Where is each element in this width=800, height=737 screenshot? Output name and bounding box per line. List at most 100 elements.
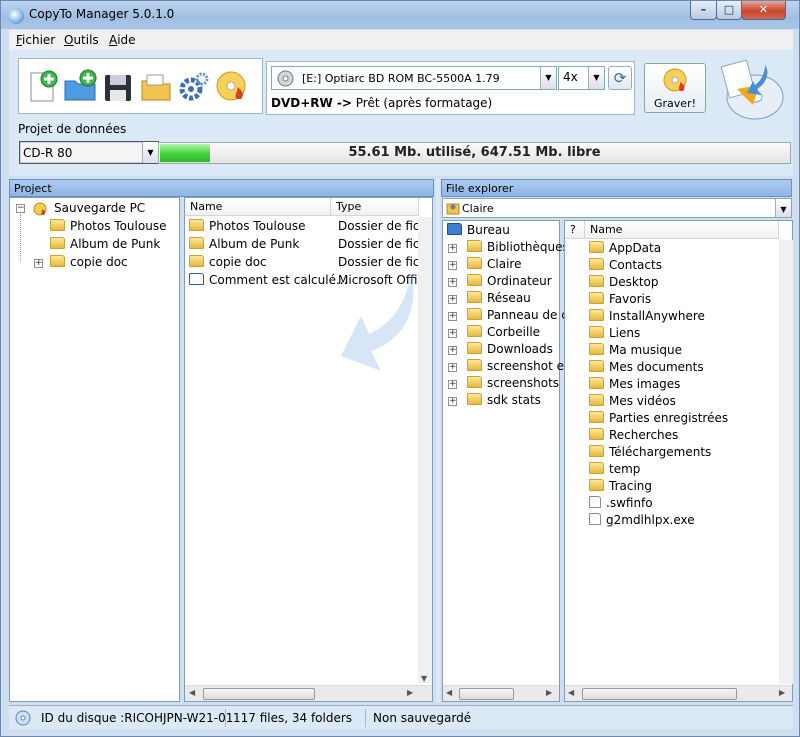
list-item[interactable]: Ma musique xyxy=(589,343,682,357)
explorer-tree-item[interactable]: Downloads xyxy=(467,342,553,356)
list-item[interactable]: Recherches xyxy=(589,428,678,442)
list-item[interactable]: Photos Toulouse xyxy=(189,219,305,233)
burn-disc-icon[interactable] xyxy=(215,69,249,103)
explorer-path: Claire xyxy=(462,202,494,215)
list-item[interactable]: Téléchargements xyxy=(589,445,711,459)
expand-icon[interactable]: + xyxy=(448,346,457,355)
list-item[interactable]: Comment est calculé... xyxy=(189,273,347,287)
chevron-down-icon[interactable]: ▼ xyxy=(775,199,791,217)
horizontal-scrollbar[interactable]: ◀ ▶ xyxy=(185,685,432,701)
list-item[interactable]: Mes documents xyxy=(589,360,704,374)
menu-fichier[interactable]: Fichier xyxy=(16,33,55,47)
list-item[interactable]: Tracing xyxy=(589,479,652,493)
close-button[interactable]: ✕ xyxy=(741,1,786,20)
collapse-icon[interactable]: − xyxy=(16,204,25,213)
column-name[interactable]: Name xyxy=(585,221,779,239)
list-item[interactable]: Contacts xyxy=(589,258,662,272)
explorer-tree-item[interactable]: Bureau xyxy=(447,223,510,237)
list-item[interactable]: Album de Punk xyxy=(189,237,299,251)
new-project-icon[interactable] xyxy=(25,69,59,103)
speed-select[interactable]: 4x ▼ xyxy=(558,66,605,90)
burn-button[interactable]: Graver! xyxy=(644,63,706,113)
scroll-left-icon[interactable]: ◀ xyxy=(189,688,195,697)
list-item[interactable]: copie doc xyxy=(189,255,267,269)
menu-outils[interactable]: Outils xyxy=(64,33,99,47)
horizontal-scrollbar[interactable]: ◀ ▶ xyxy=(443,685,559,701)
list-item[interactable]: Liens xyxy=(589,326,640,340)
scroll-right-icon[interactable]: ▶ xyxy=(779,688,785,697)
document-icon xyxy=(189,273,204,285)
explorer-tree-item[interactable]: Panneau de co xyxy=(467,308,575,322)
expand-icon[interactable]: + xyxy=(448,261,457,270)
chevron-down-icon[interactable]: ▼ xyxy=(142,142,158,163)
list-item[interactable]: AppData xyxy=(589,241,661,255)
column-type[interactable]: Type xyxy=(331,198,419,216)
list-item[interactable]: g2mdlhlpx.exe xyxy=(589,513,695,527)
list-item[interactable]: .swfinfo xyxy=(589,496,653,510)
column-name[interactable]: Name xyxy=(185,198,331,216)
expand-icon[interactable]: + xyxy=(34,259,43,268)
explorer-tree-item[interactable]: Bibliothèques xyxy=(467,240,569,254)
tree-root[interactable]: Sauvegarde PC xyxy=(54,201,145,215)
list-item[interactable]: Mes images xyxy=(589,377,680,391)
item-type: Dossier de fich xyxy=(338,255,428,269)
disk-type-select[interactable]: CD-R 80 ▼ xyxy=(19,141,159,164)
list-item[interactable]: Desktop xyxy=(589,275,659,289)
tree-item-album-de-punk[interactable]: Album de Punk xyxy=(50,237,160,251)
horizontal-scrollbar[interactable]: ◀ ▶ xyxy=(565,685,792,701)
scroll-down-icon[interactable]: ▼ xyxy=(421,674,427,683)
explorer-tree-item[interactable]: screenshot exa xyxy=(467,359,578,373)
explorer-tree-item[interactable]: screenshots xyxy=(467,376,559,390)
scroll-thumb[interactable] xyxy=(203,688,315,700)
drive-select[interactable]: [E:] Optiarc BD ROM BC-5500A 1.79 ▼ xyxy=(271,66,557,90)
chevron-down-icon[interactable]: ▼ xyxy=(540,67,556,89)
scroll-left-icon[interactable]: ◀ xyxy=(568,688,574,697)
chevron-down-icon[interactable]: ▼ xyxy=(588,67,604,89)
list-item[interactable]: Favoris xyxy=(589,292,651,306)
tree-item-copie-doc[interactable]: copie doc xyxy=(50,255,128,269)
list-item[interactable]: temp xyxy=(589,462,640,476)
expand-icon[interactable]: + xyxy=(448,397,457,406)
folder-icon xyxy=(189,237,204,249)
list-item[interactable]: Parties enregistrées xyxy=(589,411,728,425)
item-name: Favoris xyxy=(609,292,652,306)
disk-type-value: CD-R 80 xyxy=(23,146,73,160)
settings-icon[interactable] xyxy=(177,69,211,103)
tree-label: Claire xyxy=(487,257,522,271)
explorer-tree-item[interactable]: sdk stats xyxy=(467,393,541,407)
add-folder-icon[interactable] xyxy=(63,69,97,103)
expand-icon[interactable]: + xyxy=(448,244,457,253)
save-icon[interactable] xyxy=(101,69,135,103)
expand-icon[interactable]: + xyxy=(448,295,457,304)
tree-label: Bibliothèques xyxy=(487,240,569,254)
expand-icon[interactable]: + xyxy=(448,380,457,389)
tree-item-photos-toulouse[interactable]: Photos Toulouse xyxy=(50,219,166,233)
expand-icon[interactable]: + xyxy=(448,363,457,372)
open-icon[interactable] xyxy=(139,69,173,103)
expand-icon[interactable]: + xyxy=(448,278,457,287)
explorer-tree-item[interactable]: Réseau xyxy=(467,291,531,305)
list-item[interactable]: Mes vidéos xyxy=(589,394,676,408)
explorer-tree-item[interactable]: Corbeille xyxy=(467,325,540,339)
file-icon xyxy=(589,496,601,508)
column-status[interactable]: ? xyxy=(565,221,585,239)
explorer-tree-item[interactable]: Ordinateur xyxy=(467,274,552,288)
folder-icon xyxy=(589,292,604,304)
maximize-button[interactable]: □ xyxy=(716,1,742,20)
scroll-right-icon[interactable]: ▶ xyxy=(546,688,552,697)
panel-splitter[interactable] xyxy=(436,179,440,702)
explorer-path-select[interactable]: Claire ▼ xyxy=(442,198,792,218)
expand-icon[interactable]: + xyxy=(448,329,457,338)
list-item[interactable]: InstallAnywhere xyxy=(589,309,705,323)
item-name: Recherches xyxy=(609,428,679,442)
menu-aide[interactable]: Aide xyxy=(109,33,136,47)
vertical-scrollbar[interactable] xyxy=(779,240,793,684)
explorer-tree-item[interactable]: Claire xyxy=(467,257,521,271)
expand-icon[interactable]: + xyxy=(448,312,457,321)
scroll-thumb[interactable] xyxy=(582,688,737,700)
minimize-button[interactable]: – xyxy=(690,1,717,20)
refresh-icon[interactable]: ⟳ xyxy=(608,66,632,90)
scroll-left-icon[interactable]: ◀ xyxy=(446,688,452,697)
scroll-thumb[interactable] xyxy=(459,688,514,700)
scroll-right-icon[interactable]: ▶ xyxy=(407,688,413,697)
